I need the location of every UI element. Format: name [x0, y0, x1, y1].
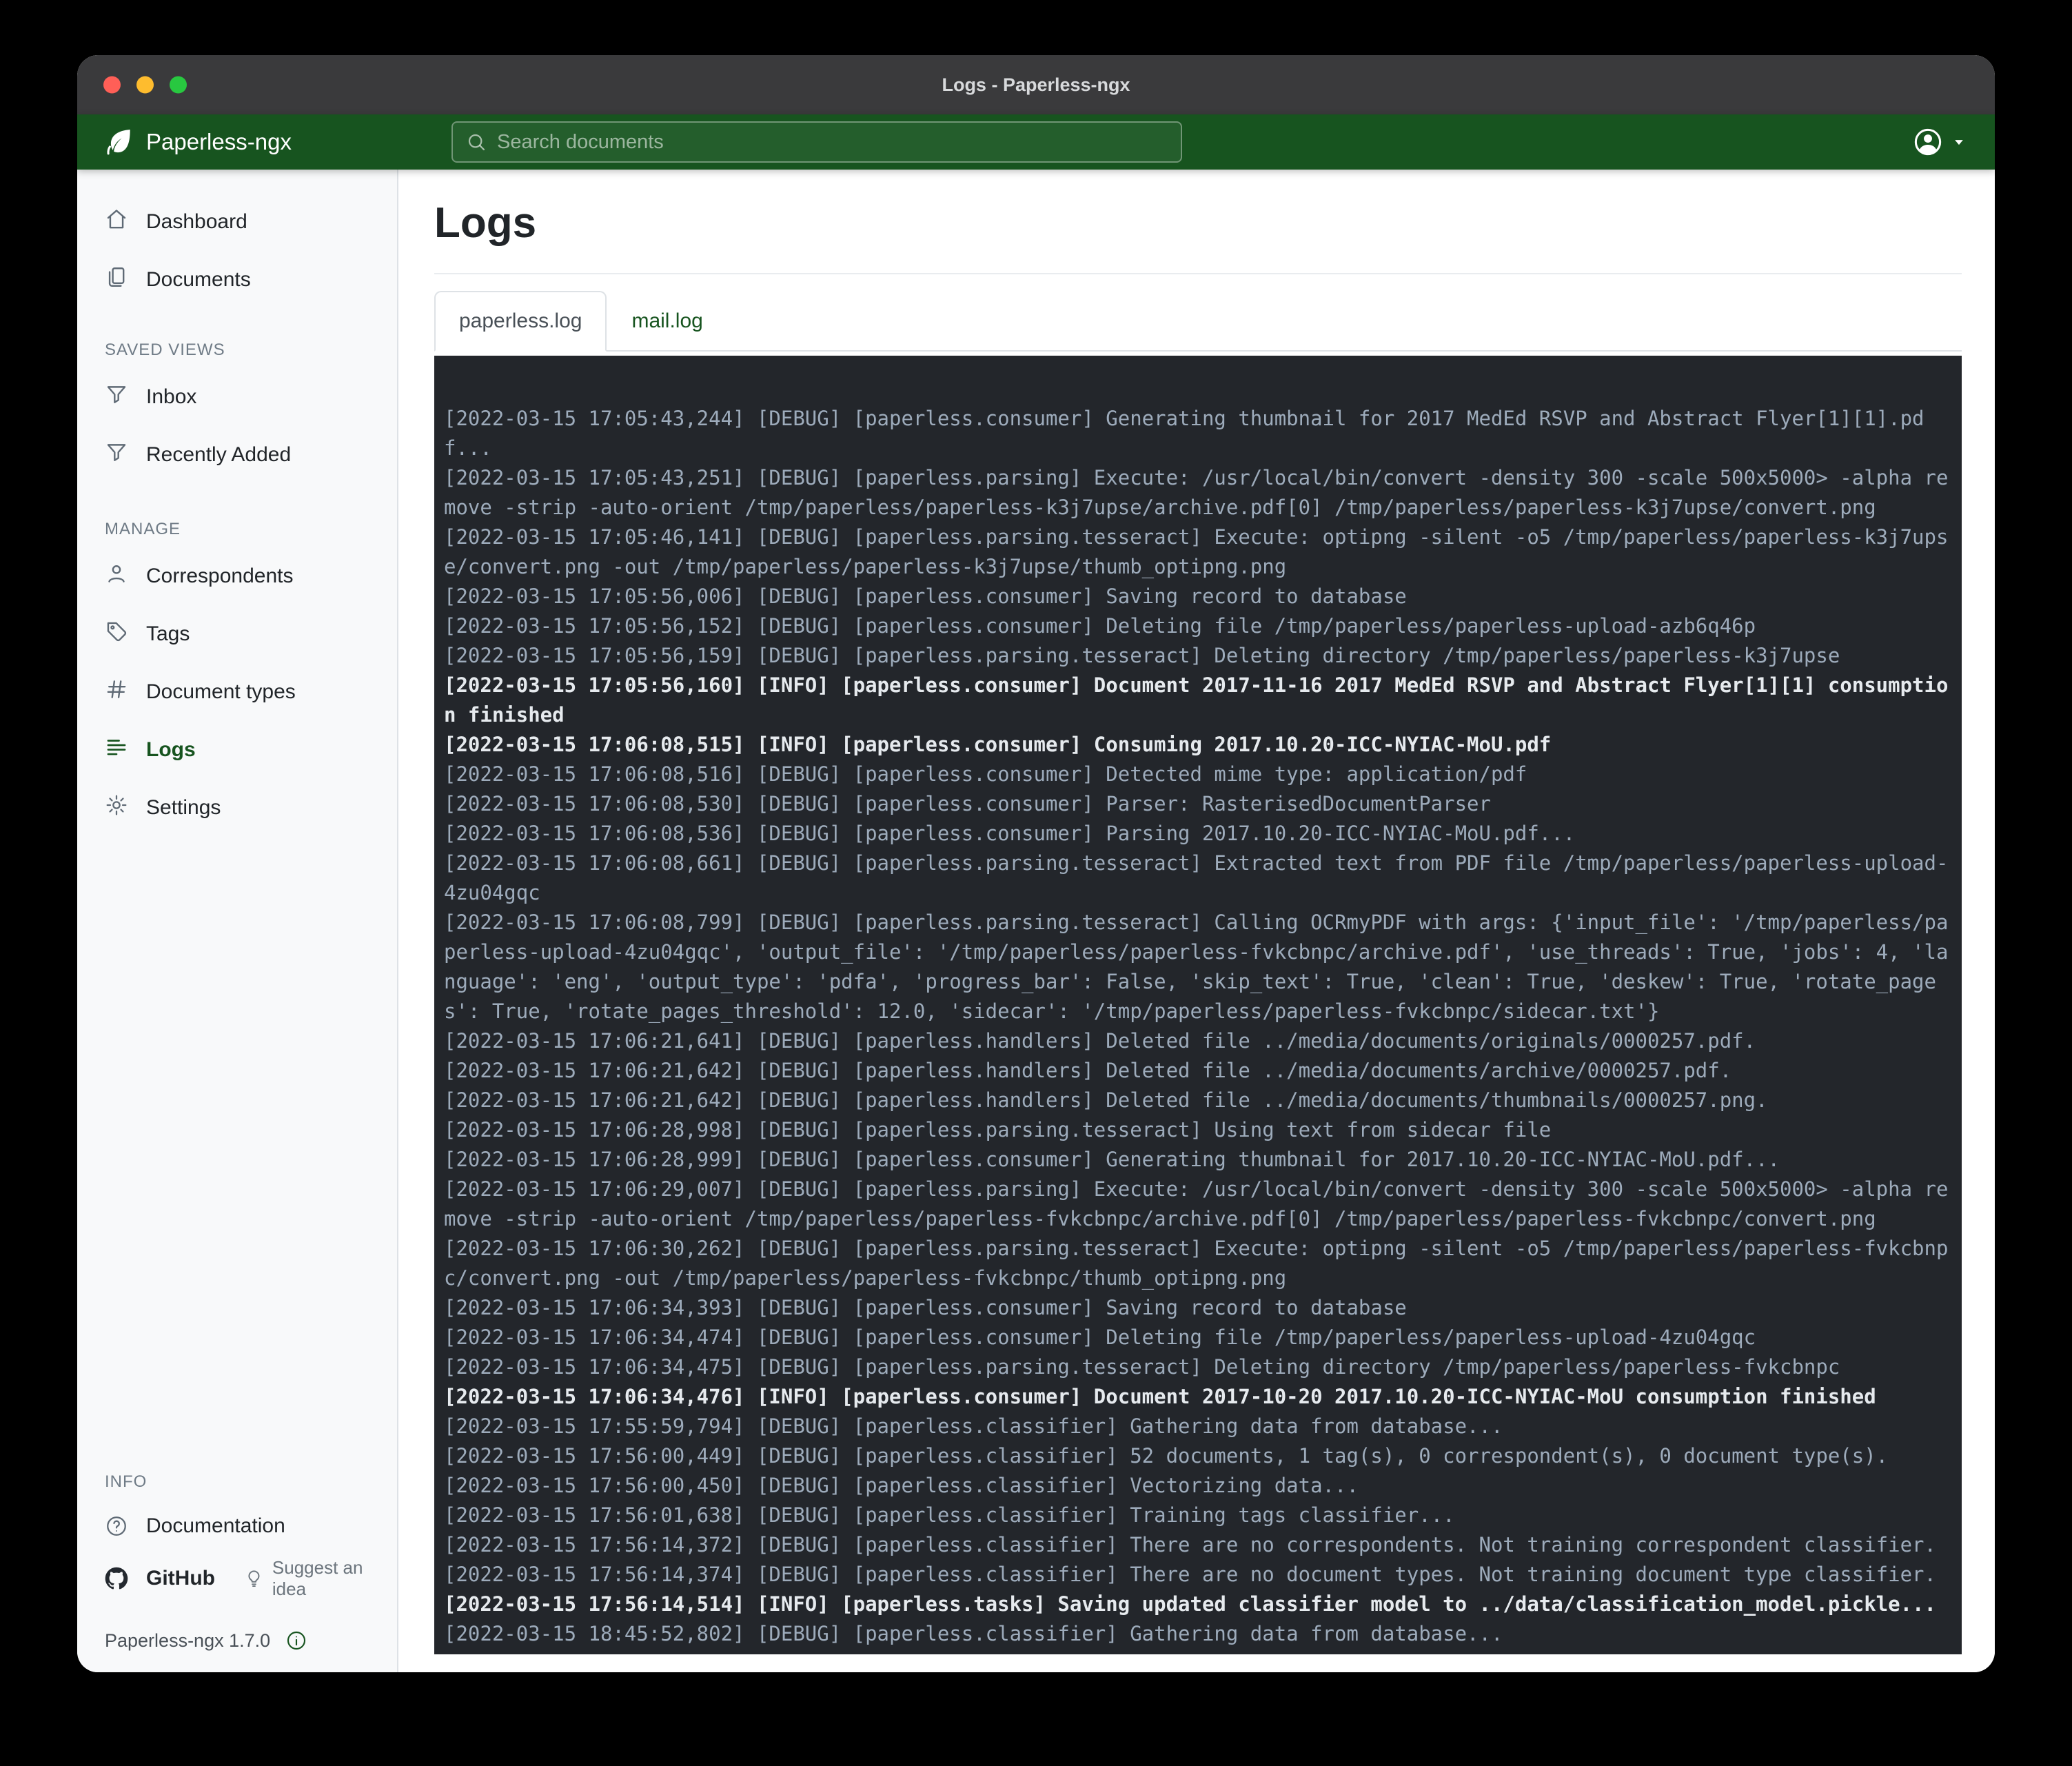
app-header: Paperless-ngx Search documents	[77, 114, 1995, 170]
sidebar: Dashboard Documents SAVED VIEWS Inbox Re…	[77, 170, 398, 1672]
lightbulb-icon	[244, 1568, 264, 1589]
sidebar-item[interactable]: Logs	[77, 721, 397, 779]
log-line: [2022-03-15 17:06:21,641] [DEBUG] [paper…	[444, 1026, 1952, 1056]
person-icon	[105, 562, 128, 591]
app-name: Paperless-ngx	[146, 129, 292, 155]
sidebar-item[interactable]: Settings	[77, 779, 397, 837]
sidebar-item[interactable]: Documents	[77, 251, 397, 309]
sidebar-item-label: Inbox	[146, 385, 196, 409]
log-tabs: paperless.log mail.log	[434, 291, 1962, 352]
hash-icon	[105, 678, 128, 707]
sidebar-item-label: GitHub	[146, 1567, 215, 1590]
info-circle-icon[interactable]	[285, 1630, 307, 1652]
sidebar-item-label: Documents	[146, 268, 251, 292]
log-line: [2022-03-15 17:06:34,393] [DEBUG] [paper…	[444, 1293, 1952, 1323]
log-line: [2022-03-15 17:56:14,374] [DEBUG] [paper…	[444, 1560, 1952, 1590]
log-line: [2022-03-15 17:05:56,160] [INFO] [paperl…	[444, 671, 1952, 730]
log-line: [2022-03-15 17:05:43,251] [DEBUG] [paper…	[444, 463, 1952, 522]
sidebar-item[interactable]: Tags	[77, 605, 397, 663]
window-title: Logs - Paperless-ngx	[77, 55, 1995, 114]
log-line: [2022-03-15 17:06:08,530] [DEBUG] [paper…	[444, 789, 1952, 819]
sidebar-item-label: Settings	[146, 796, 221, 820]
sidebar-item[interactable]: Document types	[77, 663, 397, 721]
tag-icon	[105, 620, 128, 649]
titlebar: Logs - Paperless-ngx	[77, 55, 1995, 114]
sidebar-item[interactable]: Correspondents	[77, 547, 397, 605]
log-line: [2022-03-15 18:45:53,041] [DEBUG] [paper…	[444, 1649, 1952, 1654]
app-version: Paperless-ngx 1.7.0	[105, 1630, 270, 1652]
log-line: [2022-03-15 17:06:28,998] [DEBUG] [paper…	[444, 1115, 1952, 1145]
log-line: [2022-03-15 17:06:21,642] [DEBUG] [paper…	[444, 1056, 1952, 1086]
log-tab-label: mail.log	[631, 309, 702, 333]
log-line: [2022-03-15 17:56:14,372] [DEBUG] [paper…	[444, 1530, 1952, 1560]
main-content: Logs paperless.log mail.log [2022-03-15 …	[398, 170, 1995, 1672]
search-placeholder: Search documents	[497, 131, 664, 154]
suggest-idea-link[interactable]: Suggest an idea	[244, 1557, 397, 1600]
log-line: [2022-03-15 17:06:28,999] [DEBUG] [paper…	[444, 1145, 1952, 1175]
user-avatar-icon	[1912, 126, 1944, 158]
log-line: [2022-03-15 17:05:43,244] [DEBUG] [paper…	[444, 404, 1952, 463]
log-line: [2022-03-15 17:06:29,007] [DEBUG] [paper…	[444, 1175, 1952, 1234]
search-icon	[465, 131, 487, 153]
search-bar[interactable]: Search documents	[451, 121, 1182, 163]
sidebar-item-label: Correspondents	[146, 565, 293, 588]
app-logo[interactable]: Paperless-ngx	[103, 126, 292, 158]
log-line: [2022-03-15 17:06:21,642] [DEBUG] [paper…	[444, 1086, 1952, 1115]
sidebar-item-label: Tags	[146, 622, 190, 646]
log-line: [2022-03-15 17:06:34,474] [DEBUG] [paper…	[444, 1323, 1952, 1352]
log-line: [2022-03-15 17:05:56,152] [DEBUG] [paper…	[444, 611, 1952, 641]
sidebar-item-label: Document types	[146, 680, 296, 704]
log-line: [2022-03-15 17:05:56,159] [DEBUG] [paper…	[444, 641, 1952, 671]
leaf-logo-icon	[103, 126, 135, 158]
sidebar-item-github[interactable]: GitHub	[77, 1552, 215, 1605]
sidebar-item[interactable]: Recently Added	[77, 426, 397, 484]
saved-views-heading: SAVED VIEWS	[105, 341, 397, 360]
sidebar-item-label: Logs	[146, 738, 196, 762]
sidebar-item-documentation[interactable]: Documentation	[77, 1500, 397, 1552]
info-heading: INFO	[105, 1472, 397, 1492]
log-line: [2022-03-15 18:45:52,802] [DEBUG] [paper…	[444, 1619, 1952, 1649]
user-menu[interactable]	[1912, 126, 1969, 158]
sidebar-item[interactable]: Inbox	[77, 368, 397, 426]
suggest-idea-label: Suggest an idea	[272, 1557, 397, 1600]
log-line: [2022-03-15 17:06:08,536] [DEBUG] [paper…	[444, 819, 1952, 849]
log-tab[interactable]: mail.log	[607, 291, 727, 352]
log-content: [2022-03-15 17:05:43,244] [DEBUG] [paper…	[444, 356, 1952, 1654]
log-line: [2022-03-15 17:06:34,476] [INFO] [paperl…	[444, 1382, 1952, 1412]
log-line: [2022-03-15 17:06:34,475] [DEBUG] [paper…	[444, 1352, 1952, 1382]
log-line: [2022-03-15 17:05:56,006] [DEBUG] [paper…	[444, 582, 1952, 611]
github-icon	[105, 1567, 128, 1590]
log-line: [2022-03-15 17:06:08,515] [INFO] [paperl…	[444, 730, 1952, 760]
manage-heading: MANAGE	[105, 520, 397, 539]
sidebar-item-label: Dashboard	[146, 210, 247, 234]
log-viewer[interactable]: [2022-03-15 17:05:43,244] [DEBUG] [paper…	[434, 356, 1962, 1654]
log-line: [2022-03-15 17:56:00,450] [DEBUG] [paper…	[444, 1471, 1952, 1501]
log-line: [2022-03-15 17:55:59,794] [DEBUG] [paper…	[444, 1412, 1952, 1441]
documents-icon	[105, 265, 128, 294]
page-title: Logs	[434, 201, 1962, 245]
log-line: [2022-03-15 17:56:00,449] [DEBUG] [paper…	[444, 1441, 1952, 1471]
logs-icon	[105, 735, 128, 764]
log-line: [2022-03-15 17:56:01,638] [DEBUG] [paper…	[444, 1501, 1952, 1530]
filter-icon	[105, 440, 128, 469]
app-window: Logs - Paperless-ngx Paperless-ngx Searc…	[77, 55, 1995, 1672]
log-tab-label: paperless.log	[459, 309, 582, 333]
log-line: [2022-03-15 17:56:14,514] [INFO] [paperl…	[444, 1590, 1952, 1619]
log-line: [2022-03-15 17:06:08,516] [DEBUG] [paper…	[444, 760, 1952, 789]
question-circle-icon	[105, 1514, 128, 1538]
sidebar-item[interactable]: Dashboard	[77, 193, 397, 251]
log-line: [2022-03-15 17:06:30,262] [DEBUG] [paper…	[444, 1234, 1952, 1293]
version-row: Paperless-ngx 1.7.0	[77, 1605, 397, 1652]
filter-icon	[105, 383, 128, 412]
log-line: [2022-03-15 17:05:46,141] [DEBUG] [paper…	[444, 522, 1952, 582]
log-line: [2022-03-15 17:06:08,799] [DEBUG] [paper…	[444, 908, 1952, 1026]
title-divider	[434, 273, 1962, 274]
log-line: [2022-03-15 17:06:08,661] [DEBUG] [paper…	[444, 849, 1952, 908]
sidebar-item-label: Recently Added	[146, 443, 291, 467]
home-icon	[105, 207, 128, 236]
chevron-down-icon	[1949, 132, 1969, 152]
gear-icon	[105, 793, 128, 822]
sidebar-item-label: Documentation	[146, 1514, 285, 1538]
log-tab[interactable]: paperless.log	[434, 291, 607, 352]
